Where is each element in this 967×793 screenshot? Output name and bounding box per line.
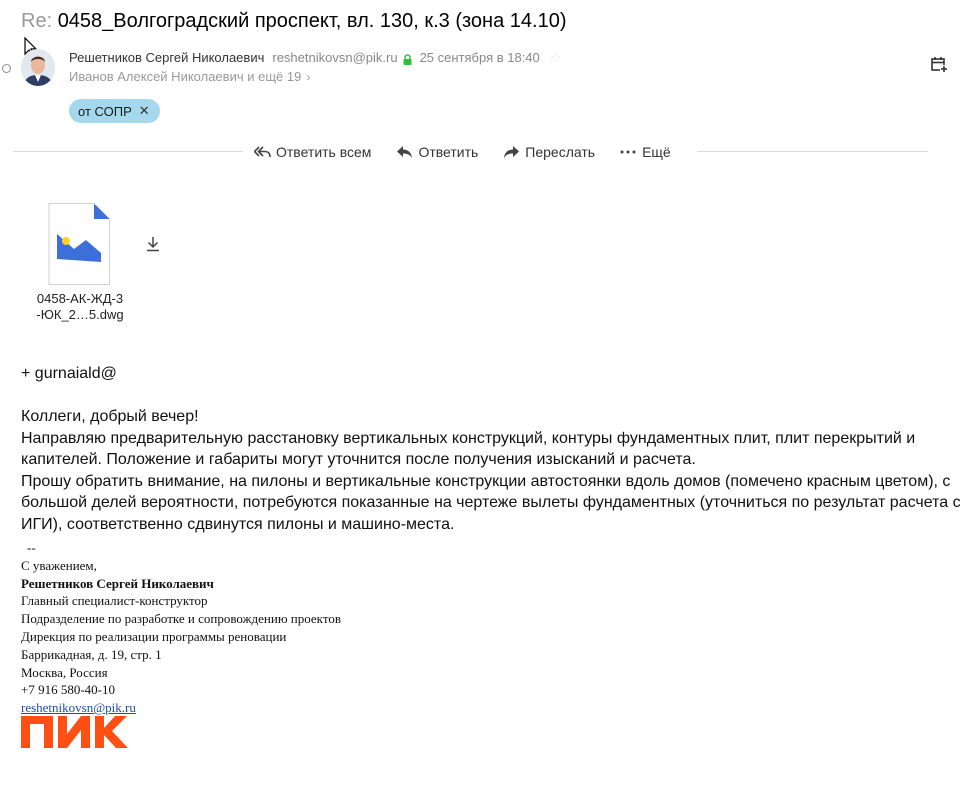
signature-position: Главный специалист-конструктор (21, 593, 208, 609)
image-file-icon[interactable] (48, 203, 110, 285)
forward-label: Переслать (525, 143, 596, 160)
calendar-add-icon[interactable] (931, 56, 948, 73)
actions-toolbar: Ответить всем Ответить Переслать Ещё (254, 142, 671, 161)
divider-right (697, 151, 928, 152)
sender-name[interactable]: Решетников Сергей Николаевич (69, 50, 264, 66)
label-chip[interactable]: от СОПР ✕ (69, 99, 160, 123)
body-main: Коллеги, добрый вечер! Направляю предвар… (21, 406, 961, 535)
more-label: Ещё (642, 143, 671, 160)
signature-dash: -- (27, 540, 36, 555)
signature-directorate: Дирекция по реализации программы реновац… (21, 628, 287, 644)
forward-icon (504, 145, 520, 158)
download-icon[interactable] (146, 236, 160, 252)
label-text: от СОПР (78, 103, 132, 119)
reply-label: Ответить (418, 143, 479, 160)
reply-all-icon (254, 145, 271, 157)
sender-email[interactable]: reshetnikovsn@pik.ru (272, 50, 397, 66)
reply-button[interactable]: Ответить (396, 144, 478, 160)
recipients-text: Иванов Алексей Николаевич и ещё 19 (69, 69, 302, 84)
body-greeting: Коллеги, добрый вечер! (21, 408, 199, 425)
sender-line: Решетников Сергей Николаевич reshetnikov… (69, 50, 561, 66)
unread-toggle[interactable] (2, 64, 11, 73)
signature-department: Подразделение по разработке и сопровожде… (21, 611, 341, 627)
signature-name: Решетников Сергей Николаевич (21, 575, 214, 591)
email-subject: Re: 0458_Волгоградский проспект, вл. 130… (21, 9, 566, 33)
reply-all-button[interactable]: Ответить всем (254, 144, 371, 160)
attachment-name-line2: -ЮК_2…5.dwg (36, 307, 124, 322)
subject-prefix: Re: (21, 10, 53, 32)
close-icon[interactable]: ✕ (139, 103, 150, 119)
subject-title: 0458_Волгоградский проспект, вл. 130, к.… (57, 10, 567, 32)
sender-date: 25 сентября в 18:40 (419, 50, 540, 65)
reply-icon (397, 145, 413, 158)
body-plus-line: + gurnaiald@ (21, 365, 117, 382)
recipients[interactable]: Иванов Алексей Николаевич и ещё 19 › (69, 69, 310, 85)
more-button[interactable]: Ещё (620, 144, 671, 160)
star-icon[interactable]: ☆ (550, 50, 562, 66)
signature-phone: +7 916 580-40-10 (21, 682, 115, 698)
signature-address: Баррикадная, д. 19, стр. 1 (21, 646, 162, 662)
signature-city: Москва, Россия (21, 664, 108, 680)
forward-button[interactable]: Переслать (503, 144, 595, 160)
attachment-name-line1: 0458-АК-ЖД-3 (36, 291, 124, 306)
signature-email-link[interactable]: reshetnikovsn@pik.ru (21, 700, 136, 715)
reply-all-label: Ответить всем (276, 143, 372, 160)
attachment-name[interactable]: 0458-АК-ЖД-3 -ЮК_2…5.dwg (20, 291, 140, 323)
signature-regards: С уважением, (21, 557, 97, 573)
more-icon (620, 150, 636, 153)
avatar[interactable] (21, 49, 55, 86)
chevron-right-icon: › (306, 70, 311, 84)
lock-icon (403, 53, 412, 65)
body-paragraph-1: Направляю предварительную расстановку ве… (21, 429, 916, 469)
body-paragraph-2: Прошу обратить внимание, на пилоны и вер… (21, 472, 961, 533)
signature: -- С уважением, Решетников Сергей Никола… (21, 539, 341, 717)
divider-left (13, 151, 243, 152)
pik-logo (21, 716, 128, 748)
